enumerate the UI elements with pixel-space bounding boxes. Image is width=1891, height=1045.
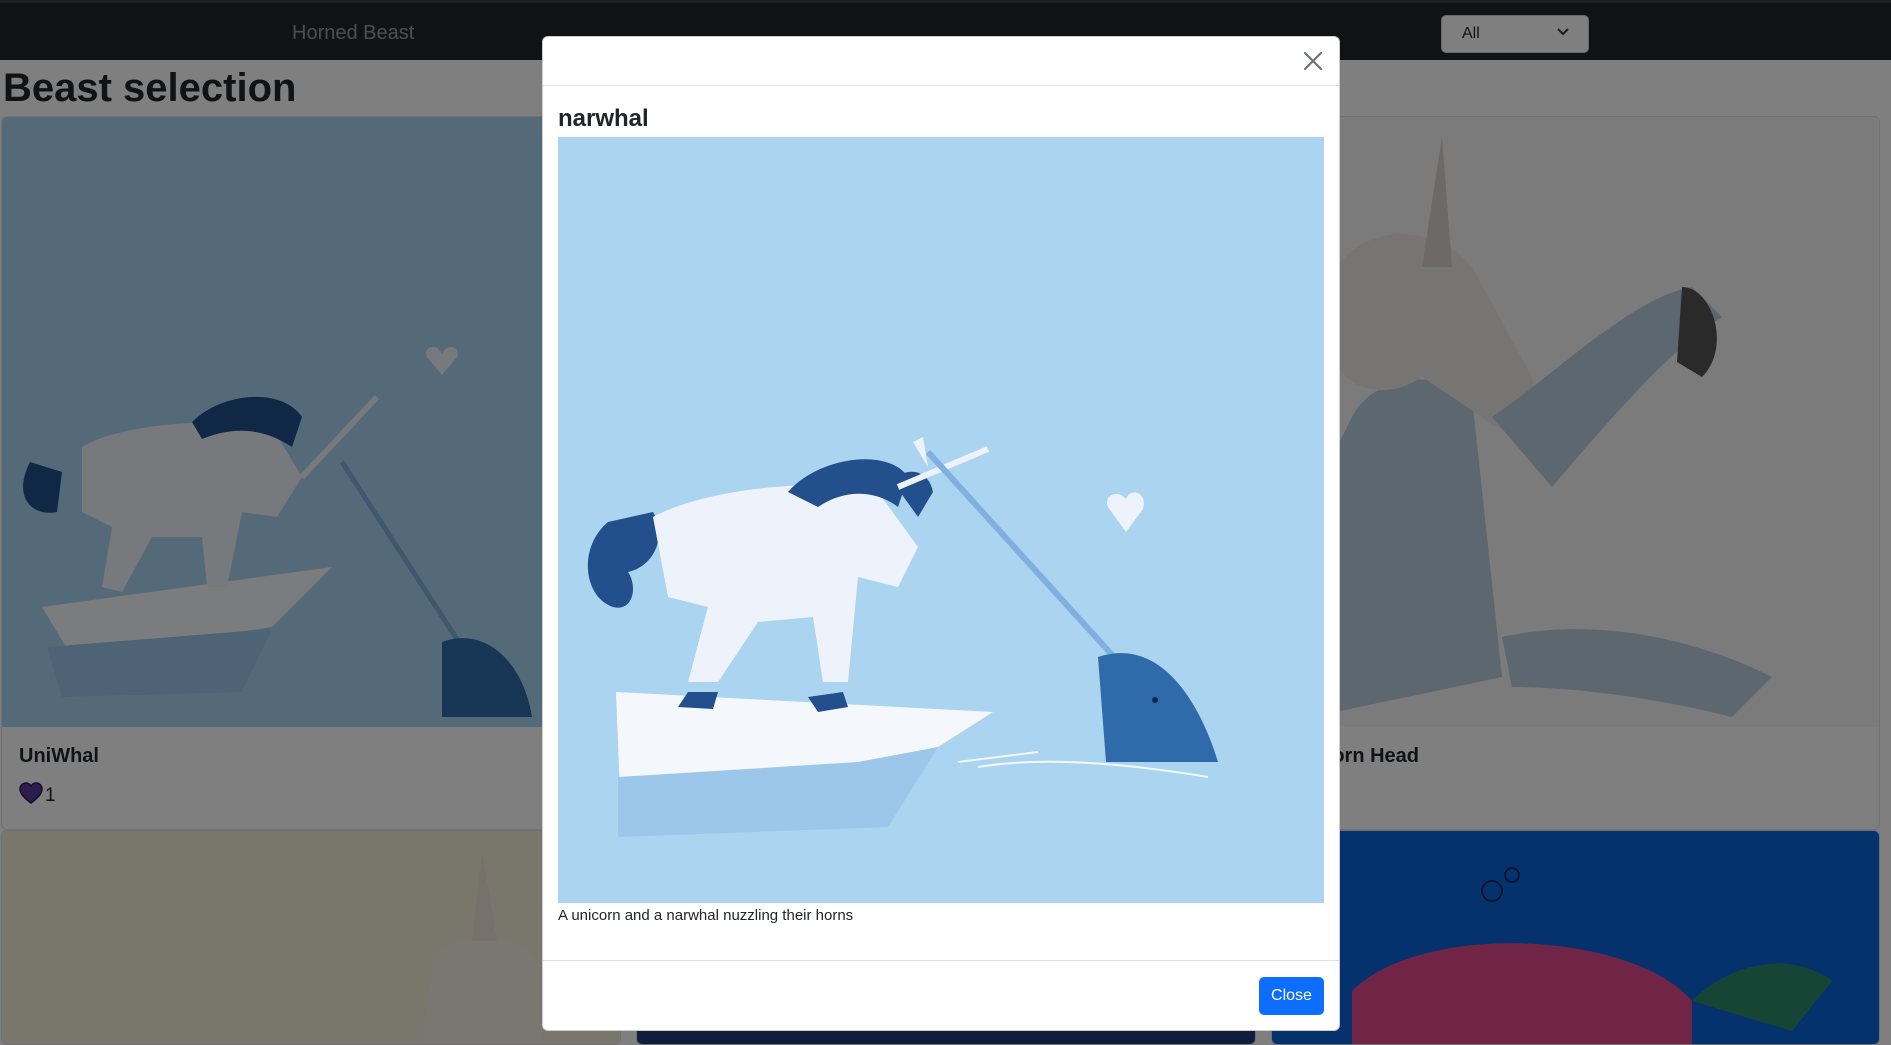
beast-modal: narwhal A unicorn and a narwhal nuzzling…: [542, 36, 1340, 1031]
close-button[interactable]: Close: [1259, 977, 1324, 1015]
modal-title: narwhal: [558, 105, 649, 132]
close-icon[interactable]: [1299, 47, 1327, 75]
modal-footer: Close: [543, 960, 1339, 1032]
modal-header: [543, 37, 1339, 86]
modal-image: [558, 137, 1324, 903]
modal-caption: A unicorn and a narwhal nuzzling their h…: [558, 907, 854, 924]
